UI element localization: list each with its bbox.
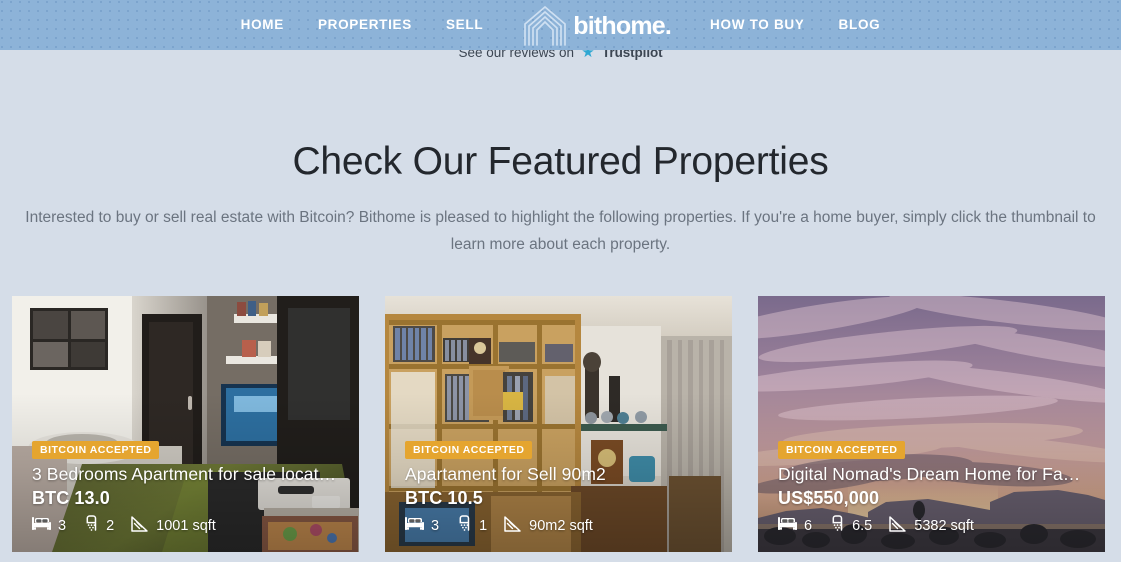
property-specs: 3 — [405, 515, 712, 536]
area-value: 90m2 sqft — [529, 518, 593, 535]
spec-area: 5382 sqft — [888, 515, 974, 536]
status-badge: BITCOIN ACCEPTED — [778, 441, 906, 460]
bathrooms-value: 6.5 — [852, 518, 873, 535]
spec-area: 1001 sqft — [130, 515, 216, 536]
property-card[interactable]: BITCOIN ACCEPTED Digital Nomad's Dream H… — [758, 296, 1105, 553]
area-ruler-icon — [888, 515, 907, 536]
spec-bedrooms: 6 — [778, 516, 812, 535]
shower-icon — [455, 515, 472, 536]
spec-bathrooms: 2 — [82, 515, 114, 536]
status-badge: BITCOIN ACCEPTED — [32, 441, 160, 460]
site-logo[interactable]: bithome. — [522, 4, 672, 46]
property-card[interactable]: BITCOIN ACCEPTED 3 Bedrooms Apartment fo… — [12, 296, 359, 553]
nav-group-left: HOME PROPERTIES SELL — [224, 0, 501, 50]
bathrooms-value: 1 — [479, 518, 488, 535]
featured-properties-section: Check Our Featured Properties Interested… — [0, 62, 1121, 562]
spec-bathrooms: 1 — [455, 515, 487, 536]
bedrooms-value: 3 — [58, 518, 67, 535]
nav-item-home[interactable]: HOME — [224, 0, 301, 50]
spec-bedrooms: 3 — [405, 516, 439, 535]
property-price: US$550,000 — [778, 488, 880, 509]
status-badge: BITCOIN ACCEPTED — [405, 441, 533, 460]
property-price: BTC 13.0 — [32, 488, 110, 509]
area-value: 1001 sqft — [156, 518, 216, 535]
spec-bathrooms: 6.5 — [828, 515, 872, 536]
bathrooms-value: 2 — [106, 518, 115, 535]
property-card-body: BITCOIN ACCEPTED Apartament for Sell 90m… — [385, 440, 732, 552]
property-specs: 6 6.5 5382 sqft — [778, 515, 1085, 536]
property-card-body: BITCOIN ACCEPTED Digital Nomad's Dream H… — [758, 440, 1105, 552]
nav-item-how-to-buy[interactable]: HOW TO BUY — [693, 0, 822, 50]
spec-area: 90m2 sqft — [503, 515, 593, 536]
property-specs: 3 — [32, 515, 339, 536]
bed-icon — [405, 516, 424, 535]
site-header: HOME PROPERTIES SELL bithome. HOW TO BUY… — [0, 0, 1121, 50]
property-title: Apartament for Sell 90m2 — [405, 464, 606, 485]
page-title: Check Our Featured Properties — [292, 140, 829, 183]
nav-item-sell[interactable]: SELL — [429, 0, 500, 50]
spec-bedrooms: 3 — [32, 516, 66, 535]
nav-group-right: HOW TO BUY BLOG — [693, 0, 897, 50]
bed-icon — [778, 516, 797, 535]
nav-item-blog[interactable]: BLOG — [822, 0, 898, 50]
main-navigation: HOME PROPERTIES SELL bithome. HOW TO BUY… — [0, 0, 1121, 50]
section-description: Interested to buy or sell real estate wi… — [25, 208, 1096, 253]
nav-item-properties[interactable]: PROPERTIES — [301, 0, 429, 50]
shower-icon — [82, 515, 99, 536]
logo-wordmark: bithome. — [573, 11, 672, 40]
bedrooms-value: 6 — [804, 518, 813, 535]
property-title: 3 Bedrooms Apartment for sale located 3 … — [32, 464, 339, 485]
area-ruler-icon — [503, 515, 522, 536]
area-value: 5382 sqft — [914, 518, 974, 535]
arch-house-icon — [522, 4, 568, 46]
property-card-body: BITCOIN ACCEPTED 3 Bedrooms Apartment fo… — [12, 440, 359, 552]
property-card-grid: BITCOIN ACCEPTED 3 Bedrooms Apartment fo… — [0, 296, 1121, 553]
area-ruler-icon — [130, 515, 149, 536]
property-card[interactable]: BITCOIN ACCEPTED Apartament for Sell 90m… — [385, 296, 732, 553]
shower-icon — [828, 515, 845, 536]
bed-icon — [32, 516, 51, 535]
property-title: Digital Nomad's Dream Home for Family w.… — [778, 464, 1085, 485]
property-price: BTC 10.5 — [405, 488, 483, 509]
bedrooms-value: 3 — [431, 518, 440, 535]
